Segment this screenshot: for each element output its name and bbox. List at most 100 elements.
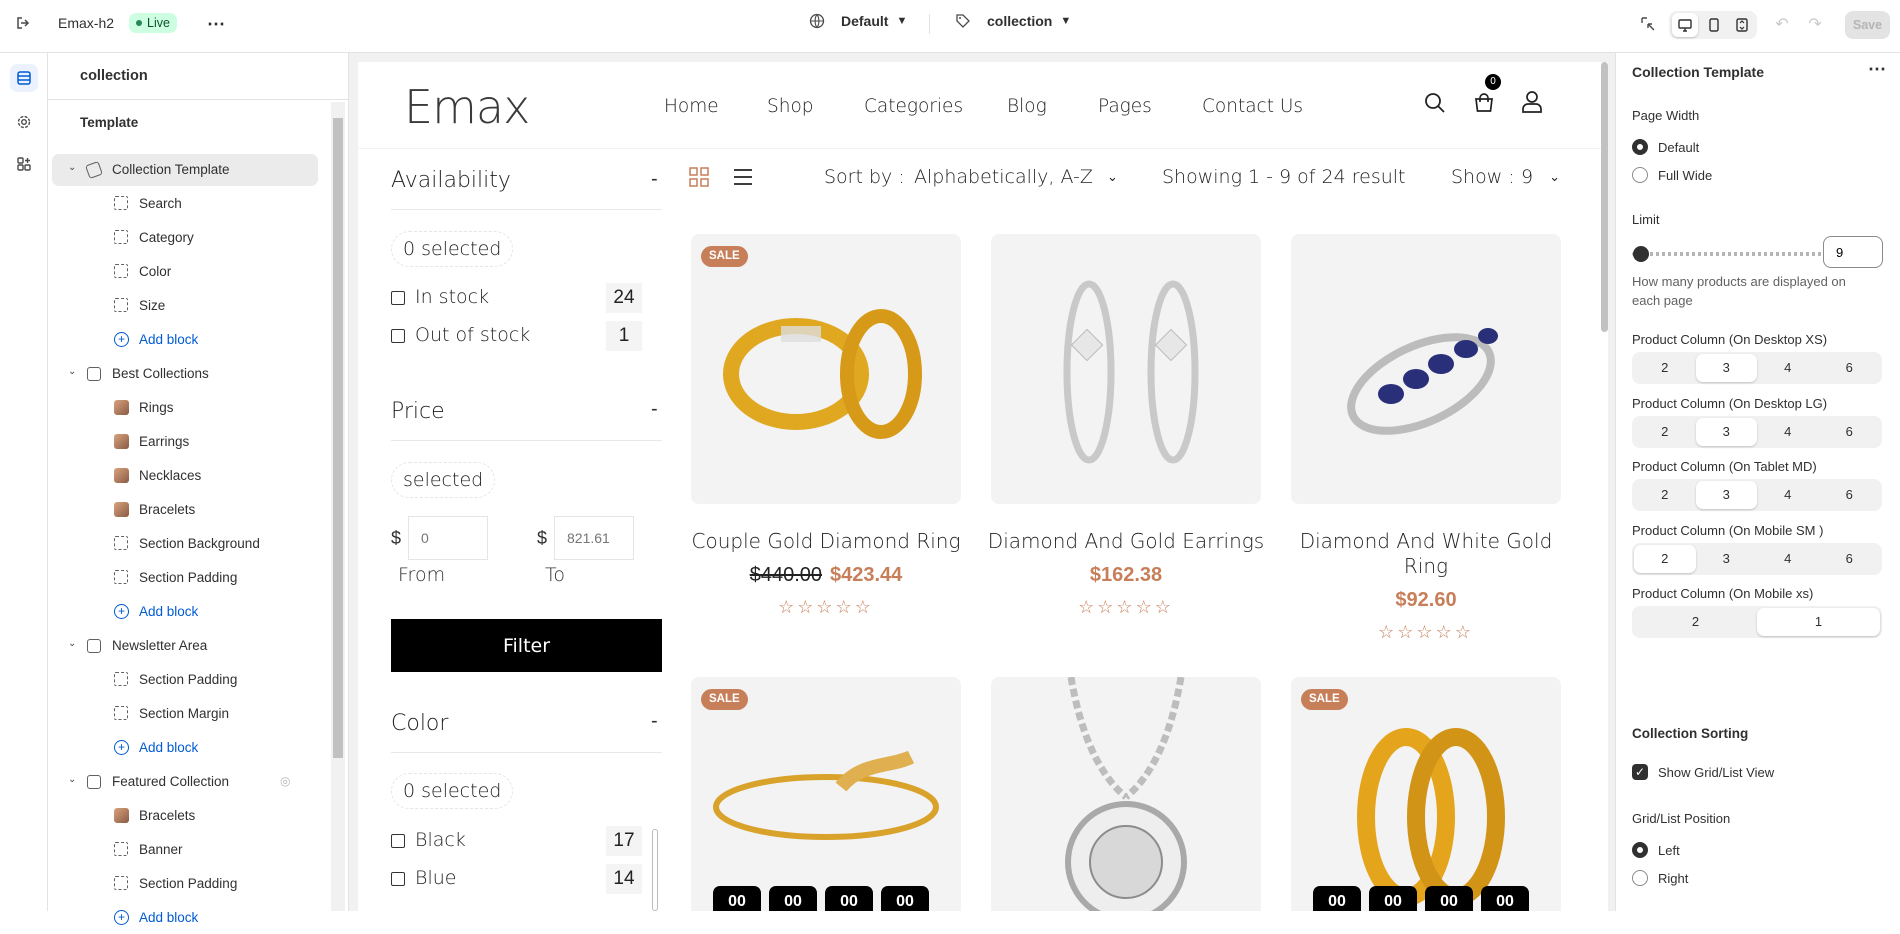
undo-icon[interactable]: ↶ bbox=[1772, 14, 1792, 34]
tree-scrollbar[interactable] bbox=[331, 102, 345, 911]
tree-block-item[interactable]: Section Margin bbox=[52, 698, 365, 730]
in-stock-label[interactable]: In stock bbox=[415, 286, 489, 308]
add-block-button[interactable]: + Add block bbox=[52, 596, 365, 628]
nav-categories[interactable]: Categories bbox=[864, 96, 963, 117]
tree-block-item[interactable]: Banner bbox=[52, 834, 365, 866]
tree-block-item[interactable]: Bracelets bbox=[52, 494, 365, 526]
desktop-view-icon[interactable] bbox=[1672, 13, 1698, 37]
tree-block-item[interactable]: Section Background bbox=[52, 528, 365, 560]
column-option[interactable]: 3 bbox=[1695, 354, 1757, 382]
tree-section-item[interactable]: ⌄ Featured Collection ◎ bbox=[52, 766, 365, 798]
availability-title[interactable]: Availability bbox=[391, 168, 511, 193]
tree-block-item[interactable]: Earrings bbox=[52, 426, 365, 458]
product-card-image[interactable] bbox=[1291, 234, 1561, 504]
search-icon[interactable] bbox=[1422, 90, 1448, 116]
availability-toggle[interactable]: - bbox=[651, 168, 658, 191]
tree-block-item[interactable]: Category bbox=[52, 222, 365, 254]
limit-slider-track[interactable] bbox=[1632, 252, 1822, 256]
tree-block-item[interactable]: Search bbox=[52, 188, 365, 220]
add-block-button[interactable]: + Add block bbox=[52, 902, 365, 934]
tree-block-item[interactable]: Bracelets bbox=[52, 800, 365, 832]
column-option[interactable]: 2 bbox=[1634, 418, 1696, 446]
column-option[interactable]: 2 bbox=[1634, 545, 1696, 573]
fullscreen-view-icon[interactable] bbox=[1729, 13, 1755, 37]
template-dropdown[interactable]: collection ▼ bbox=[955, 13, 1071, 29]
tree-section-item[interactable]: ⌄ Collection Template bbox=[52, 154, 318, 186]
apps-icon[interactable] bbox=[10, 150, 38, 178]
out-of-stock-label[interactable]: Out of stock bbox=[415, 324, 530, 346]
page-width-full-label[interactable]: Full Wide bbox=[1658, 168, 1712, 183]
page-width-default-label[interactable]: Default bbox=[1658, 140, 1699, 155]
tree-block-item[interactable]: Rings bbox=[52, 392, 365, 424]
product-title[interactable]: Diamond And White Gold Ring bbox=[1291, 529, 1561, 579]
out-of-stock-checkbox[interactable] bbox=[391, 329, 405, 343]
nav-blog[interactable]: Blog bbox=[1007, 96, 1047, 117]
more-icon[interactable]: ⋯ bbox=[206, 14, 226, 34]
nav-home[interactable]: Home bbox=[664, 96, 719, 117]
product-card-image[interactable] bbox=[991, 677, 1261, 911]
column-option[interactable]: 4 bbox=[1757, 418, 1819, 446]
page-width-full-radio[interactable] bbox=[1632, 167, 1648, 183]
color-toggle[interactable]: - bbox=[651, 710, 658, 733]
show-grid-list-checkbox[interactable]: ✓ bbox=[1632, 764, 1648, 780]
chevron-down-icon[interactable]: ⌄ bbox=[68, 774, 76, 785]
product-card-image[interactable]: SALE bbox=[691, 677, 961, 911]
save-button[interactable]: Save bbox=[1845, 11, 1890, 39]
color-title[interactable]: Color bbox=[391, 711, 448, 736]
tree-section-item[interactable]: ⌄ Newsletter Area bbox=[52, 630, 365, 662]
column-option[interactable]: 4 bbox=[1757, 481, 1819, 509]
nav-shop[interactable]: Shop bbox=[767, 96, 814, 117]
column-option[interactable]: 3 bbox=[1695, 481, 1757, 509]
tree-block-item[interactable]: Color bbox=[52, 256, 365, 288]
column-option[interactable]: 2 bbox=[1634, 608, 1757, 636]
product-title[interactable]: Couple Gold Diamond Ring bbox=[676, 529, 976, 554]
column-option[interactable]: 6 bbox=[1819, 354, 1881, 382]
price-title[interactable]: Price bbox=[391, 399, 445, 424]
limit-input[interactable] bbox=[1823, 236, 1883, 268]
column-option[interactable]: 6 bbox=[1819, 481, 1881, 509]
tree-block-item[interactable]: Section Padding bbox=[52, 562, 365, 594]
column-option[interactable]: 2 bbox=[1634, 354, 1696, 382]
tree-section-item[interactable]: ⌄ Best Collections bbox=[52, 358, 365, 390]
column-option[interactable]: 6 bbox=[1819, 418, 1881, 446]
column-option[interactable]: 4 bbox=[1757, 545, 1819, 573]
sections-icon[interactable] bbox=[10, 64, 38, 92]
position-right-radio[interactable] bbox=[1632, 870, 1648, 886]
chevron-down-icon[interactable]: ⌄ bbox=[68, 162, 76, 173]
position-right-label[interactable]: Right bbox=[1658, 871, 1688, 886]
product-card-image[interactable] bbox=[991, 234, 1261, 504]
exit-icon[interactable] bbox=[14, 14, 32, 32]
chevron-down-icon[interactable]: ⌄ bbox=[68, 638, 76, 649]
hidden-eye-icon[interactable]: ◎ bbox=[280, 774, 290, 788]
product-title[interactable]: Diamond And Gold Earrings bbox=[976, 529, 1276, 554]
tree-block-item[interactable]: Section Padding bbox=[52, 868, 365, 900]
chevron-down-icon[interactable]: ⌄ bbox=[68, 366, 76, 377]
product-card-image[interactable]: SALE bbox=[1291, 677, 1561, 911]
store-logo[interactable]: Emax bbox=[404, 80, 530, 134]
column-option[interactable]: 2 bbox=[1634, 481, 1696, 509]
show-grid-list-label[interactable]: Show Grid/List View bbox=[1658, 765, 1774, 780]
theme-dropdown[interactable]: Default ▼ bbox=[809, 13, 907, 29]
column-option[interactable]: 4 bbox=[1757, 354, 1819, 382]
settings-gear-icon[interactable] bbox=[10, 108, 38, 136]
add-block-button[interactable]: + Add block bbox=[52, 324, 365, 356]
position-left-radio[interactable] bbox=[1632, 842, 1648, 858]
column-option[interactable]: 3 bbox=[1696, 545, 1758, 573]
column-option[interactable]: 3 bbox=[1695, 418, 1757, 446]
product-card-image[interactable]: SALE bbox=[691, 234, 961, 504]
blue-checkbox[interactable] bbox=[391, 872, 405, 886]
filter-scrollbar[interactable] bbox=[652, 829, 658, 911]
column-option[interactable]: 1 bbox=[1757, 608, 1880, 636]
inspector-icon[interactable] bbox=[1637, 13, 1659, 35]
price-to-input[interactable] bbox=[554, 516, 634, 560]
in-stock-checkbox[interactable] bbox=[391, 291, 405, 305]
sort-dropdown[interactable]: Alphabetically, A-Z ⌄ bbox=[914, 166, 1118, 190]
more-icon[interactable]: ⋯ bbox=[1868, 59, 1886, 80]
grid-view-icon[interactable] bbox=[688, 166, 710, 188]
tree-block-item[interactable]: Size bbox=[52, 290, 365, 322]
limit-slider-handle[interactable] bbox=[1633, 246, 1649, 262]
price-toggle[interactable]: - bbox=[651, 398, 658, 421]
black-checkbox[interactable] bbox=[391, 834, 405, 848]
add-block-button[interactable]: + Add block bbox=[52, 732, 365, 764]
mobile-view-icon[interactable] bbox=[1701, 13, 1727, 37]
